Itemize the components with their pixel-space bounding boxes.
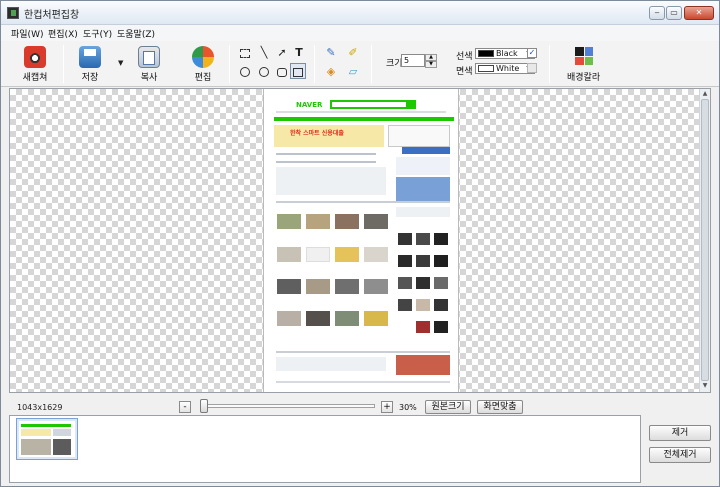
toolbar-separator — [371, 45, 372, 83]
line-icon[interactable]: ╲ — [256, 45, 272, 61]
fill-color-name: White — [496, 64, 520, 73]
zoom-in-button[interactable]: + — [381, 401, 393, 413]
image-canvas[interactable]: NAVER 한착 스마트 신용대출 ▲ ▼ — [9, 88, 711, 393]
vertical-scrollbar[interactable]: ▲ ▼ — [699, 89, 710, 392]
background-color-label[interactable]: 배경칼라 — [567, 70, 600, 83]
rect-icon[interactable] — [290, 63, 306, 79]
camera-icon — [24, 46, 46, 68]
close-button[interactable]: ✕ — [684, 6, 714, 20]
paint-bucket-icon[interactable]: ◈ — [323, 64, 339, 80]
zoom-out-button[interactable]: - — [179, 401, 191, 413]
save-button[interactable]: 저장 — [70, 43, 110, 85]
minimize-button[interactable]: ‒ — [649, 6, 665, 20]
fill-color-swatch — [478, 65, 494, 72]
copy-label: 복사 — [140, 73, 158, 83]
remove-all-button[interactable]: 전체제거 — [649, 447, 711, 463]
line-color-name: Black — [496, 49, 518, 58]
copy-button[interactable]: 복사 — [129, 43, 169, 85]
toolbar-separator — [314, 45, 315, 83]
menu-edit[interactable]: 편집(X) — [48, 27, 78, 40]
captured-nav-bar — [274, 117, 454, 121]
zoom-slider-track[interactable] — [201, 404, 375, 408]
capture-editor-window: 한컵처편집창 ‒ ▭ ✕ 파일(W) 편집(X) 도구(Y) 도움말(Z) 새캡… — [0, 0, 720, 487]
captured-logo: NAVER — [296, 101, 323, 109]
original-size-button[interactable]: 원본크기 — [425, 400, 471, 414]
remove-button[interactable]: 제거 — [649, 425, 711, 441]
new-capture-button[interactable]: 새캡쳐 — [15, 43, 55, 85]
save-icon — [79, 46, 101, 68]
toolbar-separator — [229, 45, 230, 83]
zoom-slider-thumb[interactable] — [200, 399, 208, 413]
maximize-button[interactable]: ▭ — [666, 6, 682, 20]
pen-icon[interactable]: ✎ — [323, 45, 339, 61]
edit-button[interactable]: 편집 — [183, 43, 223, 85]
line-color-label: 선색 — [456, 52, 473, 62]
fit-screen-button[interactable]: 화면맞춤 — [477, 400, 523, 414]
edit-label: 편집 — [194, 73, 212, 83]
toolbar: 새캡쳐 저장 ▼ 복사 편집 ╲ ➚ T ✎ ✐ ◈ ▱ — [1, 41, 719, 87]
app-icon — [7, 7, 19, 19]
palette-icon[interactable] — [575, 47, 593, 65]
size-spin-up-icon[interactable]: ▲ — [425, 54, 437, 61]
select-rect-icon[interactable] — [237, 45, 253, 61]
captured-banner-text: 한착 스마트 신용대출 — [290, 130, 344, 137]
new-capture-label: 새캡쳐 — [22, 73, 48, 83]
captured-image: NAVER 한착 스마트 신용대출 — [263, 89, 459, 392]
ellipse-icon[interactable] — [256, 64, 272, 80]
capture-thumbnail-list[interactable] — [9, 415, 641, 483]
save-dropdown-arrow-icon[interactable]: ▼ — [118, 59, 123, 67]
window-title: 한컵처편집창 — [24, 10, 80, 21]
captured-search-box — [330, 100, 408, 109]
text-tool-icon[interactable]: T — [291, 45, 307, 61]
thumbnail-image — [19, 421, 75, 457]
scroll-down-icon[interactable]: ▼ — [701, 382, 709, 389]
toolbar-separator — [63, 45, 64, 83]
size-input[interactable]: 5 — [401, 54, 425, 67]
arrow-icon[interactable]: ➚ — [274, 45, 290, 61]
menu-bar: 파일(W) 편집(X) 도구(Y) 도움말(Z) — [1, 25, 719, 41]
title-bar: 한컵처편집창 ‒ ▭ ✕ — [1, 1, 719, 25]
save-label: 저장 — [81, 73, 99, 83]
copy-icon — [138, 46, 160, 68]
fill-color-select[interactable]: White ▼ — [475, 63, 535, 74]
capture-thumbnail[interactable] — [16, 418, 78, 460]
ellipse-select-icon[interactable] — [237, 64, 253, 80]
menu-file[interactable]: 파일(W) — [11, 27, 43, 40]
captured-search-button — [408, 100, 416, 109]
captured-login-box — [388, 125, 450, 147]
rounded-rect-icon[interactable] — [274, 64, 290, 80]
scrollbar-thumb[interactable] — [701, 99, 709, 381]
eraser-icon[interactable]: ▱ — [345, 64, 361, 80]
edit-icon — [192, 46, 214, 68]
menu-help[interactable]: 도움말(Z) — [117, 27, 155, 40]
line-color-checkbox[interactable]: ✓ — [527, 48, 537, 58]
zoom-percent: 30% — [399, 403, 417, 412]
highlighter-icon[interactable]: ✐ — [345, 45, 361, 61]
toolbar-separator — [549, 45, 550, 83]
scroll-up-icon[interactable]: ▲ — [701, 90, 709, 97]
image-dimensions: 1043x1629 — [17, 403, 63, 412]
line-color-select[interactable]: Black ▼ — [475, 48, 535, 59]
line-color-swatch — [478, 50, 494, 57]
menu-tools[interactable]: 도구(Y) — [83, 27, 112, 40]
fill-color-label: 면색 — [456, 67, 473, 77]
fill-color-checkbox[interactable] — [527, 63, 537, 73]
size-spin-down-icon[interactable]: ▼ — [425, 61, 437, 68]
